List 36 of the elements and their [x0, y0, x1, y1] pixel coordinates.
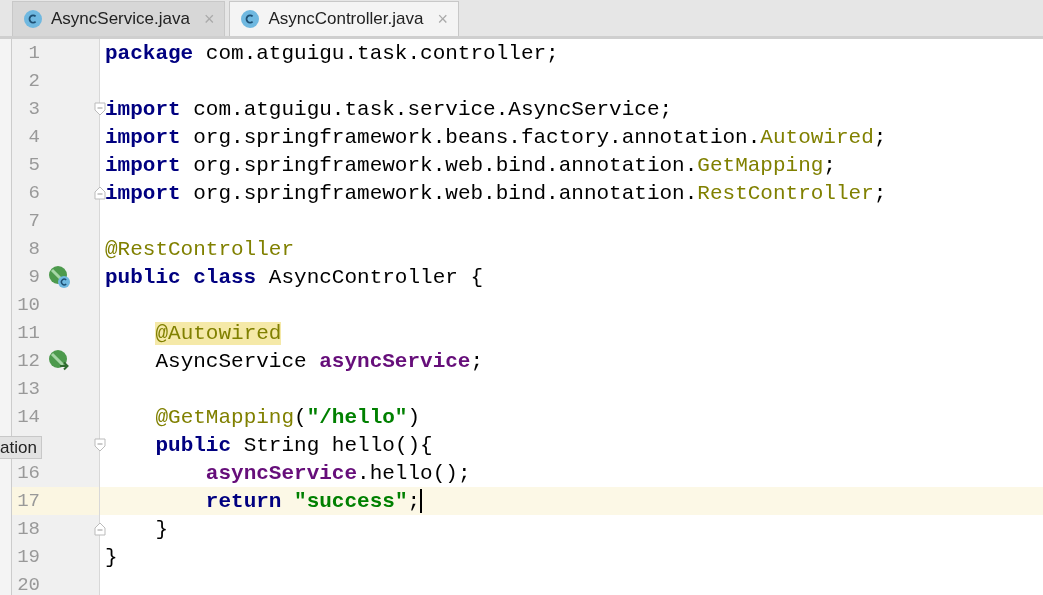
line-number: 17 [16, 490, 40, 512]
code-line: package com.atguigu.task.controller; [104, 41, 559, 65]
code-line: public class AsyncController { [104, 265, 484, 289]
code-line: import org.springframework.web.bind.annotation.RestController; [104, 181, 887, 205]
line-number: 5 [27, 154, 40, 176]
line-number: 4 [27, 126, 40, 148]
line-number: 13 [16, 378, 40, 400]
code-line: return "success"; [204, 489, 423, 513]
line-number: 3 [27, 98, 40, 120]
line-number: 20 [16, 574, 40, 595]
line-number: 19 [16, 546, 40, 568]
line-number: 6 [27, 182, 40, 204]
line-number: 9 [27, 266, 40, 288]
line-number: 8 [27, 238, 40, 260]
line-number: 11 [16, 322, 40, 344]
line-number: 1 [27, 42, 40, 64]
line-number: 10 [16, 294, 40, 316]
line-number: 14 [16, 406, 40, 428]
file-tab[interactable]: AsyncService.java × [12, 1, 226, 36]
code-line: AsyncService asyncService; [154, 349, 484, 373]
file-tab[interactable]: AsyncController.java × [229, 1, 459, 36]
tooltip: ation [0, 436, 42, 459]
code-line: import com.atguigu.task.service.AsyncService; [104, 97, 673, 121]
code-line: import org.springframework.beans.factory.annotation.Autowired; [104, 125, 887, 149]
code-line: } [154, 517, 169, 541]
line-number: 2 [27, 70, 40, 92]
code-line: @GetMapping("/hello") [154, 405, 421, 429]
code-line: import org.springframework.web.bind.annotation.GetMapping; [104, 153, 836, 177]
line-number: 16 [16, 462, 40, 484]
code-line: } [104, 545, 118, 569]
line-number: 12 [16, 350, 40, 372]
code-line: asyncService.hello(); [204, 461, 471, 485]
line-number: 7 [27, 210, 40, 232]
code-line: public String hello(){ [154, 433, 433, 457]
line-number: 18 [16, 518, 40, 540]
code-line: @RestController [104, 237, 295, 261]
